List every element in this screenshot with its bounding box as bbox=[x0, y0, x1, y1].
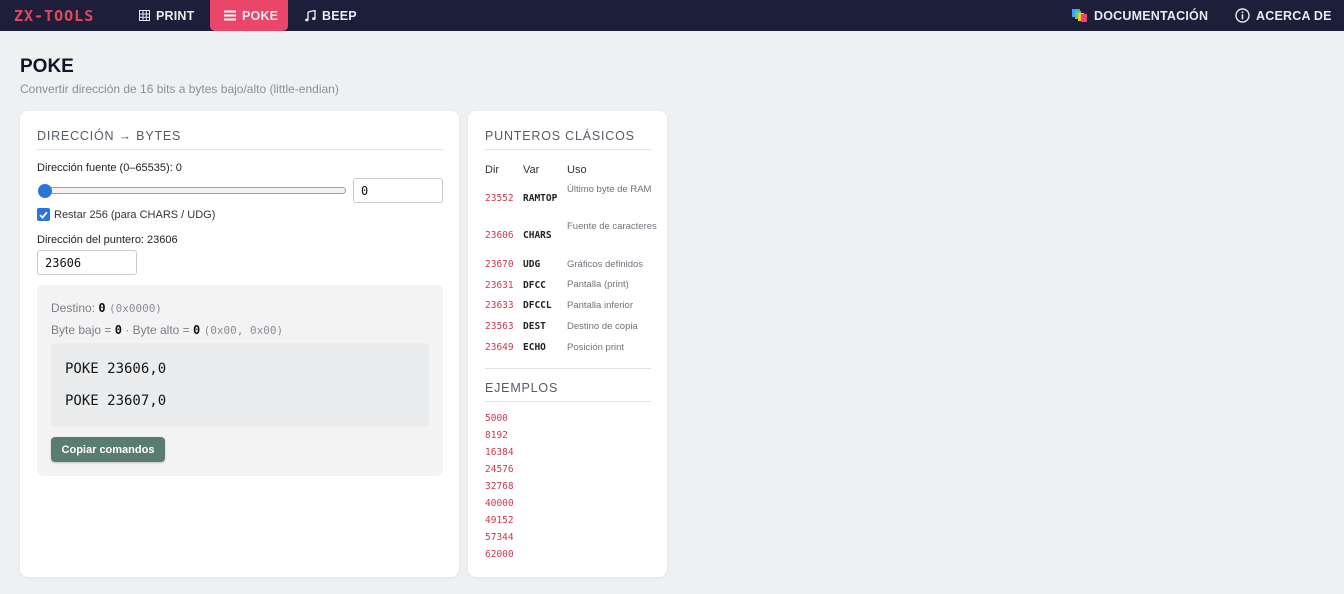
brand-logo[interactable]: ZX-TOOLS bbox=[14, 7, 94, 25]
pointer-usage: Fuente de caracteres bbox=[567, 221, 657, 232]
low-byte-value: 0 bbox=[114, 323, 122, 337]
pointer-usage: Posición print bbox=[567, 342, 625, 353]
converter-card-title: DIRECCIÓN → BYTES bbox=[37, 129, 182, 143]
pointer-address[interactable]: 23606 bbox=[485, 230, 514, 241]
poke-command-high: POKE 23607,0 bbox=[65, 393, 167, 409]
menu-icon bbox=[224, 10, 236, 21]
info-icon bbox=[1235, 8, 1250, 23]
pointer-variable: DEST bbox=[523, 321, 546, 332]
low-byte-label: Byte bajo = bbox=[51, 323, 112, 337]
pointer-address[interactable]: 23563 bbox=[485, 321, 514, 332]
pointer-variable: RAMTOP bbox=[523, 193, 558, 204]
destination-value: 0 bbox=[98, 301, 106, 315]
copy-commands-button[interactable]: Copiar comandos bbox=[51, 437, 165, 462]
poke-commands-block: POKE 23606,0 POKE 23607,0 bbox=[51, 343, 429, 427]
column-header-dir: Dir bbox=[485, 164, 500, 176]
pointer-usage: Destino de copia bbox=[567, 321, 638, 332]
subtract-256-checkbox[interactable] bbox=[37, 208, 50, 221]
subtract-256-label: Restar 256 (para CHARS / UDG) bbox=[54, 209, 216, 221]
source-address-slider[interactable] bbox=[44, 187, 346, 194]
column-header-uso: Uso bbox=[567, 164, 587, 176]
nav-item-beep-label: BEEP bbox=[322, 8, 357, 23]
example-address[interactable]: 8192 bbox=[485, 430, 508, 441]
nav-item-documentation-label: DOCUMENTACIÓN bbox=[1094, 8, 1209, 23]
pointer-address-input[interactable] bbox=[37, 250, 137, 275]
pointer-usage: Pantalla (print) bbox=[567, 279, 629, 290]
pointer-address[interactable]: 23631 bbox=[485, 280, 514, 291]
pointer-address[interactable]: 23649 bbox=[485, 342, 514, 353]
nav-item-print-label: PRINT bbox=[156, 8, 195, 23]
pointer-usage: Último byte de RAM bbox=[567, 184, 652, 195]
nav-item-poke-label: POKE bbox=[242, 8, 279, 23]
pointer-address[interactable]: 23670 bbox=[485, 259, 514, 270]
destination-label: Destino: bbox=[51, 301, 96, 315]
pointer-usage: Pantalla inferior bbox=[567, 300, 634, 311]
nav-item-about[interactable]: ACERCA DE bbox=[1235, 0, 1332, 31]
source-address-input[interactable] bbox=[353, 178, 443, 203]
examples-title: EJEMPLOS bbox=[485, 381, 559, 395]
divider bbox=[485, 149, 651, 150]
example-address[interactable]: 40000 bbox=[485, 498, 514, 509]
nav-item-beep[interactable]: BEEP bbox=[305, 0, 357, 31]
example-address[interactable]: 57344 bbox=[485, 532, 514, 543]
divider bbox=[37, 149, 443, 150]
destination-hex: (0x0000) bbox=[108, 302, 162, 315]
grid-icon bbox=[139, 10, 150, 21]
example-address[interactable]: 32768 bbox=[485, 481, 514, 492]
pointer-variable: UDG bbox=[523, 259, 541, 270]
music-note-icon bbox=[305, 9, 316, 22]
example-address[interactable]: 49152 bbox=[485, 515, 514, 526]
example-address[interactable]: 5000 bbox=[485, 413, 508, 424]
nav-item-about-label: ACERCA DE bbox=[1256, 8, 1332, 23]
divider bbox=[485, 368, 651, 369]
source-address-label: Dirección fuente (0–65535): 0 bbox=[37, 162, 182, 174]
pointer-address-label: Dirección del puntero: 23606 bbox=[37, 234, 178, 246]
example-address[interactable]: 16384 bbox=[485, 447, 514, 458]
nav-item-poke[interactable]: POKE bbox=[210, 0, 288, 31]
pointer-address[interactable]: 23552 bbox=[485, 193, 514, 204]
example-address[interactable]: 24576 bbox=[485, 464, 514, 475]
spectrum-colors-icon bbox=[1072, 9, 1088, 22]
bytes-hex: (0x00, 0x00) bbox=[203, 324, 284, 337]
pointer-variable: DFCC bbox=[523, 280, 546, 291]
nav-item-documentation[interactable]: DOCUMENTACIÓN bbox=[1072, 0, 1208, 31]
bytes-line: Byte bajo = 0 · Byte alto = 0 (0x00, 0x0… bbox=[51, 323, 283, 337]
pointers-card-title: PUNTEROS CLÁSICOS bbox=[485, 129, 635, 143]
top-nav: ZX-TOOLS PRINT POKE BEEP DOCUMENTACIÓN A… bbox=[0, 0, 1344, 31]
slider-thumb[interactable] bbox=[38, 184, 52, 198]
page-title: POKE bbox=[20, 56, 74, 77]
pointer-usage: Gráficos definidos bbox=[567, 259, 644, 270]
poke-command-low: POKE 23606,0 bbox=[65, 361, 167, 377]
checkmark-icon bbox=[39, 211, 48, 219]
nav-item-print[interactable]: PRINT bbox=[139, 0, 195, 31]
divider bbox=[485, 401, 651, 402]
pointer-variable: CHARS bbox=[523, 230, 552, 241]
column-header-var: Var bbox=[523, 164, 540, 176]
example-address[interactable]: 62000 bbox=[485, 549, 514, 560]
page-subtitle: Convertir dirección de 16 bits a bytes b… bbox=[20, 82, 339, 96]
high-byte-label: · Byte alto = bbox=[125, 323, 190, 337]
high-byte-value: 0 bbox=[193, 323, 201, 337]
pointer-address[interactable]: 23633 bbox=[485, 300, 514, 311]
pointer-variable: DFCCL bbox=[523, 300, 552, 311]
destination-line: Destino: 0 (0x0000) bbox=[51, 301, 162, 315]
pointer-variable: ECHO bbox=[523, 342, 546, 353]
